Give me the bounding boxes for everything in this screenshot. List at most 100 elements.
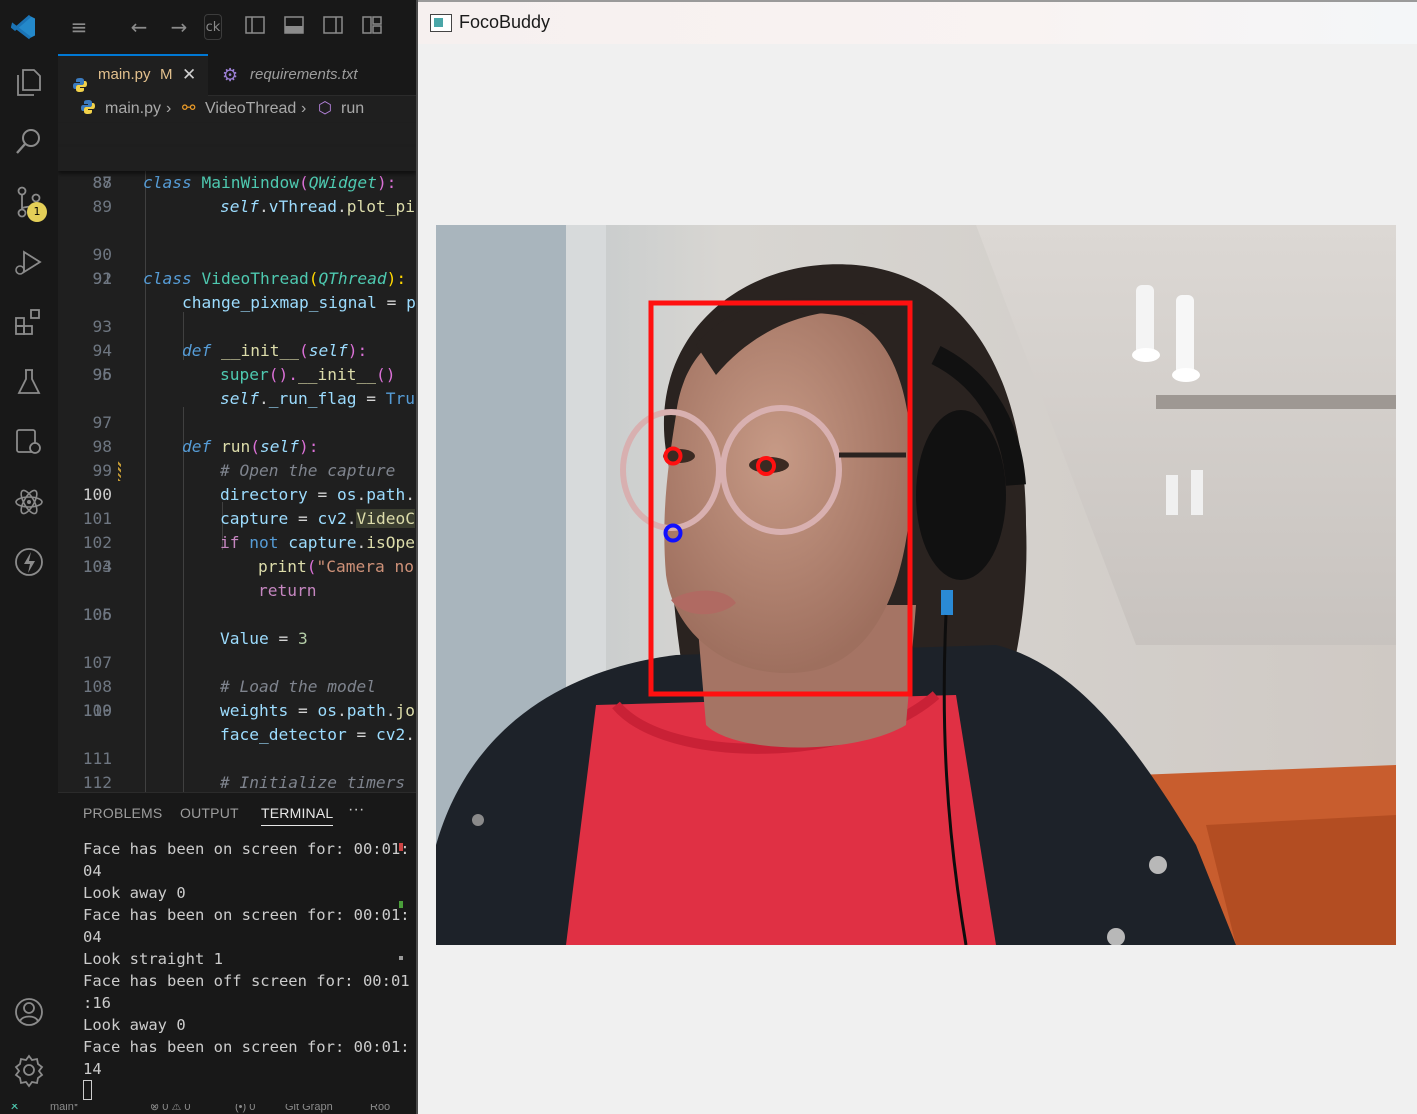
class-icon: ⚯: [182, 100, 196, 117]
explorer-icon[interactable]: [11, 64, 47, 100]
toggle-panel-icon[interactable]: [281, 14, 307, 40]
webcam-frame: [436, 225, 1396, 945]
terminal-line: Look straight 1: [83, 950, 223, 968]
ports-count[interactable]: (•) 0: [235, 1104, 255, 1113]
terminal-cursor: [83, 1080, 92, 1100]
code-line: 99 directory = os.path.: [92, 461, 415, 504]
method-icon: ⬡: [318, 100, 332, 117]
extensions-icon[interactable]: [11, 304, 47, 340]
testing-icon[interactable]: [11, 364, 47, 400]
code-line: 106: [82, 605, 112, 624]
activity-bar: 1: [0, 54, 58, 1104]
code-line: 92: [92, 269, 113, 288]
scrollbar-marker: [399, 901, 403, 908]
terminal-line: 04: [83, 928, 102, 946]
settings-gear-icon[interactable]: [11, 1052, 47, 1088]
run-debug-icon[interactable]: [11, 244, 47, 280]
tab-requirements-txt[interactable]: ⚙ requirements.txt: [208, 54, 416, 96]
terminal-line: Face has been on screen for: 00:01:: [83, 840, 410, 858]
terminal-line: 14: [83, 1060, 102, 1078]
code-line: 98 # Open the capture: [92, 437, 396, 480]
terminal-line: :16: [83, 994, 111, 1012]
branch-name[interactable]: main*: [50, 1104, 78, 1113]
terminal-line: Face has been on screen for: 00:01:: [83, 906, 410, 924]
code-line-current: 100 capture = cv2.VideoC: [82, 485, 415, 528]
tab-label: main.py: [98, 66, 151, 83]
terminal-line: Face has been on screen for: 00:01:: [83, 1038, 410, 1056]
toggle-secondary-sidebar-icon[interactable]: [320, 14, 346, 40]
settings-file-icon: ⚙: [222, 65, 239, 85]
code-line: 107 # Load the model: [82, 653, 376, 696]
code-line: 108 weights = os.path.jo: [82, 677, 415, 720]
code-line: 90 class VideoThread(QThread):: [92, 245, 407, 288]
window-title: FocoBuddy: [459, 12, 551, 32]
focobuddy-window: FocoBuddy: [416, 0, 1417, 1114]
remote-icon[interactable]: ✕: [10, 1104, 19, 1113]
app-window-icon: [430, 14, 452, 32]
code-line: 96: [92, 365, 113, 384]
lightning-icon[interactable]: [11, 544, 47, 580]
terminal-line: Look away 0: [83, 1016, 186, 1034]
chevron-right-icon: ›: [166, 100, 172, 117]
code-line: 95 self._run_flag = Tru: [92, 365, 415, 408]
code-line: 104: [82, 557, 112, 576]
git-graph-button[interactable]: Git Graph: [285, 1104, 333, 1113]
code-line: 101 if not capture.isOpe: [82, 509, 415, 552]
toggle-primary-sidebar-icon[interactable]: [242, 14, 268, 40]
code-line: 93 def __init__(self):: [92, 317, 368, 360]
breadcrumb-method[interactable]: run: [341, 96, 364, 122]
python-file-icon: [80, 96, 96, 122]
tab-main-py[interactable]: main.py M ✕: [58, 54, 208, 96]
scrollbar-marker: [399, 956, 403, 960]
code-line: 113 self.off_screen_time: [58, 771, 416, 792]
webcam-video-feed: [436, 225, 1396, 945]
tab-label: requirements.txt: [250, 66, 358, 83]
code-line: 94 super().__init__(): [92, 341, 396, 384]
chevron-right-icon: ›: [301, 100, 307, 117]
breadcrumb: main.py › ⚯ VideoThread › ⬡ run: [58, 96, 416, 122]
breadcrumb-file[interactable]: main.py: [105, 96, 161, 122]
tab-problems[interactable]: PROBLEMS: [83, 805, 162, 821]
more-actions-icon[interactable]: ···: [348, 801, 365, 819]
tab-terminal[interactable]: TERMINAL: [261, 805, 334, 826]
react-atom-icon[interactable]: [11, 484, 47, 520]
terminal-line: Look away 0: [83, 884, 186, 902]
scrollbar-marker: [399, 843, 403, 851]
roo-button[interactable]: Roo: [370, 1104, 390, 1113]
breadcrumb-class[interactable]: VideoThread: [205, 96, 296, 122]
vscode-window: ≡ ← → ck 1 main.py M ✕ ⚙ requirements.tx…: [0, 0, 416, 1114]
tab-output[interactable]: OUTPUT: [180, 805, 239, 821]
status-bar: ✕ main* ⊗ 0 ⚠ 0 (•) 0 Git Graph Roo: [0, 1104, 416, 1114]
code-line: 87 self.vThread.plot_pi: [58, 147, 416, 216]
code-line: 105 Value = 3: [82, 605, 308, 648]
code-line: 97 def run(self):: [92, 413, 319, 456]
terminal-output[interactable]: Face has been on screen for: 00:01: 04 L…: [83, 838, 410, 1102]
code-line: 91 change_pixmap_signal = py: [92, 269, 417, 312]
terminal-line: Face has been off screen for: 00:01: [83, 972, 410, 990]
code-line: 28 class MainWindow(QWidget):: [58, 123, 416, 192]
terminal-line: 04: [83, 862, 102, 880]
account-icon[interactable]: [11, 994, 47, 1030]
code-editor[interactable]: 28 class MainWindow(QWidget): 87 self.vT…: [58, 122, 416, 792]
window-title-bar[interactable]: FocoBuddy: [418, 0, 1417, 44]
close-icon[interactable]: ✕: [182, 54, 196, 96]
problems-count[interactable]: ⊗ 0 ⚠ 0: [150, 1104, 190, 1113]
customize-layout-icon[interactable]: [359, 14, 385, 40]
command-center-search[interactable]: ck: [204, 14, 222, 40]
title-bar: ≡ ← → ck: [0, 0, 416, 54]
code-line: 102 print("Camera no: [82, 533, 414, 576]
forward-arrow-icon[interactable]: →: [166, 14, 192, 40]
source-control-badge: 1: [27, 202, 47, 222]
search-icon[interactable]: [11, 124, 47, 160]
bottom-panel: PROBLEMS OUTPUT TERMINAL ··· Face has be…: [58, 792, 416, 1104]
editor-tabs: main.py M ✕ ⚙ requirements.txt: [58, 54, 416, 96]
code-line: 110: [82, 701, 112, 720]
code-line: 109 face_detector = cv2.l: [82, 701, 416, 744]
vscode-logo-icon: [10, 14, 37, 40]
back-arrow-icon[interactable]: ←: [126, 14, 152, 40]
code-line: 111 # Initialize timers: [82, 749, 406, 792]
modified-indicator: M: [160, 66, 173, 83]
remote-explorer-icon[interactable]: [11, 424, 47, 460]
code-line: 112 self.on_screen_time =: [82, 773, 112, 792]
menu-icon[interactable]: ≡: [66, 14, 92, 40]
